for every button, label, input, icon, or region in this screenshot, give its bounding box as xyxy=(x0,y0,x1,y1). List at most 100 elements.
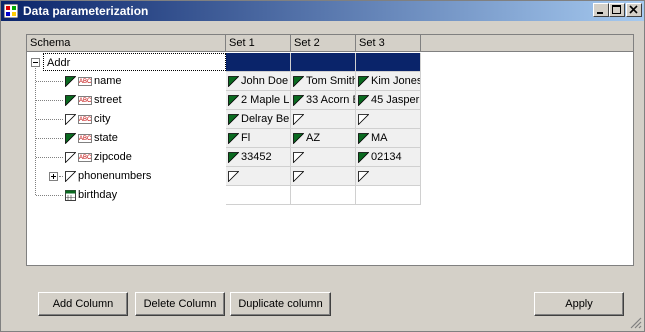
grid-cell[interactable]: 33 Acorn B xyxy=(291,91,356,110)
collapse-icon[interactable] xyxy=(31,58,40,67)
parameter-flag-empty-icon[interactable] xyxy=(358,113,369,125)
cell-value: John Doe xyxy=(241,75,289,87)
parameter-flag-empty-icon[interactable] xyxy=(293,151,304,163)
tree-node-label: city xyxy=(94,113,111,125)
grid-cell[interactable] xyxy=(291,110,356,129)
column-header-set-1[interactable]: Set 1 xyxy=(226,35,291,51)
cell-value: Delray Be xyxy=(241,113,290,125)
text-type-icon: ABC xyxy=(78,133,92,143)
tree-row[interactable]: ABC name John Doe Tom Smith Kim Jones xyxy=(27,72,447,91)
grid-cell[interactable] xyxy=(226,167,291,186)
close-icon xyxy=(629,5,638,14)
cell-value: 02134 xyxy=(371,151,402,163)
parameter-flag-icon[interactable] xyxy=(293,75,304,87)
schema-cell[interactable]: birthday xyxy=(63,186,226,205)
tree-row[interactable]: ABC zipcode 33452 02134 xyxy=(27,148,447,167)
parameter-flag-icon[interactable] xyxy=(228,132,239,144)
grid-cell[interactable] xyxy=(291,167,356,186)
parameter-flag-icon[interactable] xyxy=(65,132,76,144)
grid-cell[interactable]: Fl xyxy=(226,129,291,148)
tree-row[interactable]: ABC state Fl AZ MA xyxy=(27,129,447,148)
title-bar[interactable]: Data parameterization xyxy=(1,1,644,21)
grid-cell[interactable]: John Doe xyxy=(226,72,291,91)
column-header-schema[interactable]: Schema xyxy=(27,35,226,51)
expand-icon[interactable] xyxy=(49,172,58,181)
schema-cell[interactable]: ABC name xyxy=(63,72,226,91)
tree-row[interactable]: ABC street 2 Maple Ln 33 Acorn B 45 Jasper xyxy=(27,91,447,110)
parameter-flag-empty-icon[interactable] xyxy=(65,151,76,163)
parameter-flag-empty-icon[interactable] xyxy=(358,170,369,182)
parameter-flag-empty-icon[interactable] xyxy=(65,113,76,125)
delete-column-button[interactable]: Delete Column xyxy=(135,292,225,316)
grid-cell[interactable] xyxy=(356,110,421,129)
parameter-flag-empty-icon[interactable] xyxy=(293,113,304,125)
tree-row[interactable]: ABC city Delray Be xyxy=(27,110,447,129)
parameter-flag-empty-icon[interactable] xyxy=(293,170,304,182)
add-column-button[interactable]: Add Column xyxy=(38,292,128,316)
parameter-grid[interactable]: Schema Set 1 Set 2 Set 3 Addr ABC name Joh… xyxy=(26,34,634,266)
text-type-icon: ABC xyxy=(78,114,92,124)
minimize-button[interactable] xyxy=(593,3,609,17)
resize-grip-icon[interactable] xyxy=(630,317,642,329)
parameter-flag-icon[interactable] xyxy=(228,113,239,125)
tree-row[interactable]: birthday xyxy=(27,186,447,205)
window-title: Data parameterization xyxy=(23,4,149,18)
schema-cell[interactable]: ABC street xyxy=(63,91,226,110)
grid-cell[interactable]: MA xyxy=(356,129,421,148)
parameter-flag-icon[interactable] xyxy=(65,94,76,106)
cell-value: Kim Jones xyxy=(371,75,421,87)
grid-cell[interactable] xyxy=(356,186,421,205)
apply-button[interactable]: Apply xyxy=(534,292,624,316)
grid-cell[interactable]: 45 Jasper xyxy=(356,91,421,110)
grid-header: Schema Set 1 Set 2 Set 3 xyxy=(27,35,633,52)
grid-cell[interactable] xyxy=(291,148,356,167)
grid-cell[interactable] xyxy=(291,186,356,205)
app-icon xyxy=(4,4,18,18)
schema-cell[interactable]: ABC state xyxy=(63,129,226,148)
column-header-set-3[interactable]: Set 3 xyxy=(356,35,421,51)
text-type-icon: ABC xyxy=(78,76,92,86)
grid-cell[interactable]: 02134 xyxy=(356,148,421,167)
cell-value: 2 Maple Ln xyxy=(241,94,291,106)
schema-cell[interactable]: phonenumbers xyxy=(63,167,226,186)
tree-row[interactable]: phonenumbers xyxy=(27,167,447,186)
tree-node-label: state xyxy=(94,132,118,144)
parameter-flag-icon[interactable] xyxy=(293,132,304,144)
cell-value: MA xyxy=(371,132,388,144)
duplicate-column-button[interactable]: Duplicate column xyxy=(230,292,331,316)
grid-cell[interactable] xyxy=(226,53,291,72)
tree-node-label: phonenumbers xyxy=(78,170,152,182)
tree-node-label: zipcode xyxy=(94,151,132,163)
parameter-flag-icon[interactable] xyxy=(65,75,76,87)
parameter-flag-icon[interactable] xyxy=(228,75,239,87)
grid-cell[interactable]: AZ xyxy=(291,129,356,148)
parameter-flag-icon[interactable] xyxy=(358,94,369,106)
parameter-flag-icon[interactable] xyxy=(358,75,369,87)
parameter-flag-icon[interactable] xyxy=(358,151,369,163)
parameter-flag-icon[interactable] xyxy=(293,94,304,106)
maximize-button[interactable] xyxy=(609,3,625,17)
schema-cell[interactable]: ABC city xyxy=(63,110,226,129)
parameter-flag-empty-icon[interactable] xyxy=(65,170,76,182)
parameter-flag-icon[interactable] xyxy=(228,94,239,106)
grid-cell[interactable] xyxy=(291,53,356,72)
grid-cell[interactable]: Tom Smith xyxy=(291,72,356,91)
grid-cell[interactable]: 2 Maple Ln xyxy=(226,91,291,110)
tree-node-label[interactable]: Addr xyxy=(43,53,226,71)
grid-cell[interactable]: Delray Be xyxy=(226,110,291,129)
grid-cell[interactable] xyxy=(356,53,421,72)
grid-cell[interactable]: Kim Jones xyxy=(356,72,421,91)
grid-cell[interactable] xyxy=(226,186,291,205)
close-button[interactable] xyxy=(626,3,642,17)
column-header-set-2[interactable]: Set 2 xyxy=(291,35,356,51)
parameter-flag-icon[interactable] xyxy=(228,151,239,163)
cell-value: Tom Smith xyxy=(306,75,356,87)
schema-cell[interactable]: ABC zipcode xyxy=(63,148,226,167)
grid-cell[interactable]: 33452 xyxy=(226,148,291,167)
tree-row-root[interactable]: Addr xyxy=(27,53,447,72)
grid-cell[interactable] xyxy=(356,167,421,186)
parameter-flag-empty-icon[interactable] xyxy=(228,170,239,182)
parameter-flag-icon[interactable] xyxy=(358,132,369,144)
text-type-icon: ABC xyxy=(78,152,92,162)
tree-node-label: name xyxy=(94,75,122,87)
